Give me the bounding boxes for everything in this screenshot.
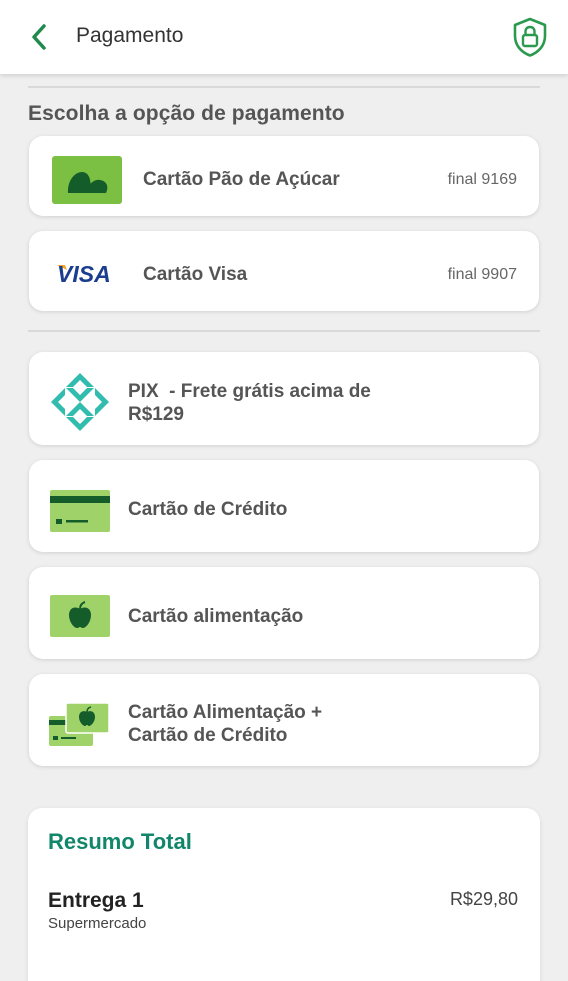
top-bar: Pagamento bbox=[0, 0, 568, 74]
saved-card-visa[interactable]: VISA Cartão Visa final 9907 bbox=[29, 231, 539, 311]
payment-option-pix[interactable]: PIX - Frete grátis acima de R$129 bbox=[29, 352, 539, 445]
option-label: Cartão alimentação bbox=[128, 606, 304, 627]
card-final-digits: final 9907 bbox=[447, 266, 517, 283]
option-label-line2: R$129 bbox=[128, 404, 184, 425]
divider bbox=[28, 330, 540, 332]
section-title: Escolha a opção de pagamento bbox=[28, 102, 345, 125]
pao-de-acucar-logo bbox=[52, 156, 122, 204]
visa-logo: VISA bbox=[57, 261, 111, 287]
combined-cards-icon bbox=[49, 702, 110, 746]
option-label-line2: Cartão de Crédito bbox=[128, 725, 288, 746]
option-label: Cartão de Crédito bbox=[128, 499, 288, 520]
option-label-line1: PIX - Frete grátis acima de bbox=[128, 381, 371, 402]
option-label-line1: Cartão Alimentação + bbox=[128, 702, 323, 723]
card-final-digits: final 9169 bbox=[447, 171, 517, 188]
payment-option-credit-card[interactable]: Cartão de Crédito bbox=[29, 460, 539, 552]
apple-card-icon bbox=[50, 595, 110, 637]
card-label: Cartão Visa bbox=[143, 264, 248, 285]
visa-brand-text: VISA bbox=[57, 261, 111, 287]
saved-card-pao-de-acucar[interactable]: Cartão Pão de Açúcar final 9169 bbox=[29, 136, 539, 216]
payment-option-meal-card[interactable]: Cartão alimentação bbox=[29, 567, 539, 659]
pix-icon bbox=[51, 373, 109, 431]
option-label: Cartão Alimentação + Cartão de Crédito bbox=[128, 701, 322, 747]
payment-option-meal-plus-credit[interactable]: Cartão Alimentação + Cartão de Crédito bbox=[29, 674, 539, 766]
back-button[interactable] bbox=[22, 20, 56, 54]
chevron-left-icon bbox=[32, 24, 46, 50]
shield-lock-icon[interactable] bbox=[510, 16, 550, 58]
summary-card: Resumo Total Entrega 1 Supermercado R$29… bbox=[28, 808, 540, 981]
delivery-subtitle: Supermercado bbox=[48, 915, 147, 932]
summary-title: Resumo Total bbox=[48, 829, 192, 854]
delivery-title: Entrega 1 bbox=[48, 889, 144, 912]
option-label: PIX - Frete grátis acima de R$129 bbox=[128, 380, 371, 426]
divider bbox=[28, 86, 540, 88]
card-label: Cartão Pão de Açúcar bbox=[143, 169, 340, 190]
delivery-price: R$29,80 bbox=[449, 889, 518, 909]
credit-card-icon bbox=[50, 490, 110, 532]
page-title: Pagamento bbox=[76, 24, 184, 47]
